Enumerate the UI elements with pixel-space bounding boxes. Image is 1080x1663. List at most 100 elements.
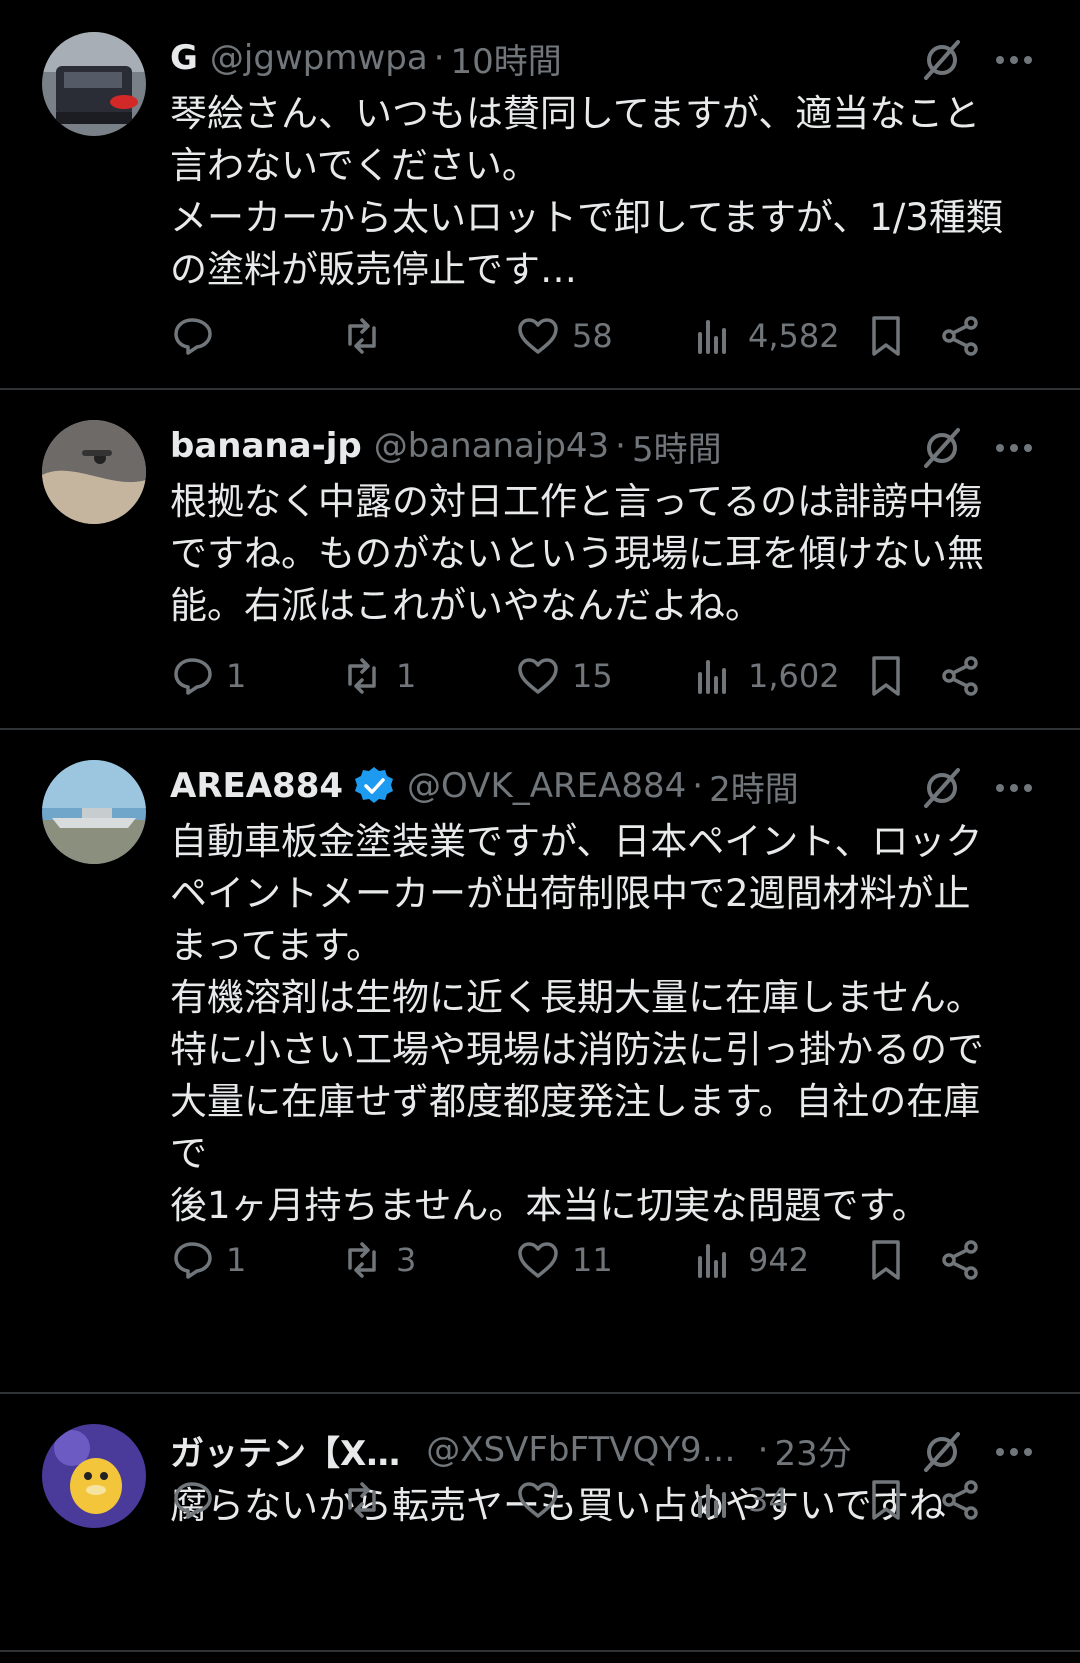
- share-icon: [938, 314, 982, 358]
- like-icon: [516, 1478, 560, 1522]
- timestamp[interactable]: 10時間: [451, 34, 562, 83]
- share-button[interactable]: [938, 646, 982, 706]
- views-icon: [692, 1238, 736, 1282]
- repost-count: 3: [396, 1241, 417, 1279]
- separator-dot: ·: [692, 766, 704, 806]
- post-header: ガッテン【X… @XSVFbFTVQY9… · 23分: [170, 1424, 852, 1476]
- reply-icon: [170, 654, 214, 698]
- post-header: AREA884 @OVK_AREA884 · 2時間: [170, 760, 799, 812]
- like-button[interactable]: [516, 1470, 572, 1530]
- like-count: 58: [572, 317, 613, 355]
- views-button[interactable]: 4,582: [692, 306, 840, 366]
- like-count: 15: [572, 657, 613, 695]
- grok-icon[interactable]: [918, 764, 966, 812]
- more-icon[interactable]: [990, 424, 1038, 472]
- reply-button[interactable]: [170, 306, 226, 366]
- views-icon: [692, 1478, 736, 1522]
- avatar[interactable]: [42, 1424, 146, 1528]
- bookmark-button[interactable]: [864, 646, 908, 706]
- bookmark-icon: [864, 1238, 908, 1282]
- user-handle[interactable]: @OVK_AREA884: [407, 766, 686, 806]
- share-icon: [938, 1238, 982, 1282]
- user-handle[interactable]: @bananajp43: [374, 426, 609, 466]
- repost-icon: [340, 1478, 384, 1522]
- post-text: 自動車板金塗装業ですが、日本ペイント、ロック ペイントメーカーが出荷制限中で2週…: [170, 820, 984, 1227]
- views-count: 942: [748, 1241, 810, 1279]
- avatar[interactable]: [42, 32, 146, 136]
- repost-icon: [340, 1238, 384, 1282]
- repost-button[interactable]: 3: [340, 1230, 416, 1290]
- repost-button[interactable]: [340, 1470, 396, 1530]
- share-button[interactable]: [938, 1230, 982, 1290]
- post-header: G @jgwpmwpa · 10時間: [170, 32, 562, 84]
- user-handle[interactable]: @XSVFbFTVQY9…: [426, 1430, 735, 1470]
- grok-icon[interactable]: [918, 36, 966, 84]
- share-button[interactable]: [938, 306, 982, 366]
- verified-badge-icon: [353, 765, 395, 807]
- timestamp[interactable]: 2時間: [709, 762, 799, 811]
- views-button[interactable]: 34: [692, 1470, 789, 1530]
- share-icon: [938, 654, 982, 698]
- like-icon: [516, 314, 560, 358]
- like-count: 11: [572, 1241, 613, 1279]
- repost-icon: [340, 654, 384, 698]
- views-count: 4,582: [748, 317, 840, 355]
- views-button[interactable]: 942: [692, 1230, 809, 1290]
- avatar[interactable]: [42, 760, 146, 864]
- views-button[interactable]: 1,602: [692, 646, 840, 706]
- timestamp[interactable]: 5時間: [632, 422, 722, 471]
- bookmark-icon: [864, 314, 908, 358]
- action-bar: 58 4,582: [170, 306, 1050, 366]
- avatar[interactable]: [42, 420, 146, 524]
- like-icon: [516, 654, 560, 698]
- reply-count: 1: [226, 1241, 247, 1279]
- views-icon: [692, 654, 736, 698]
- display-name[interactable]: G: [170, 38, 198, 78]
- grok-icon[interactable]: [918, 1428, 966, 1476]
- reply-button[interactable]: 1: [170, 646, 246, 706]
- display-name[interactable]: ガッテン【X…: [170, 1426, 400, 1475]
- post-header: banana-jp @bananajp43 · 5時間: [170, 420, 722, 472]
- reply-feed: G @jgwpmwpa · 10時間 琴絵さん、いつもは賛同してますが、適当なこ…: [0, 0, 1080, 1663]
- action-bar: 34: [170, 1470, 1050, 1530]
- share-button[interactable]: [938, 1470, 982, 1530]
- like-button[interactable]: 11: [516, 1230, 613, 1290]
- repost-button[interactable]: 1: [340, 646, 416, 706]
- reply-icon: [170, 1478, 214, 1522]
- display-name[interactable]: banana-jp: [170, 426, 362, 466]
- post-area884[interactable]: AREA884 @OVK_AREA884 · 2時間 自動車板金塗装業ですが、日…: [0, 730, 1080, 1394]
- reply-count: 1: [226, 657, 247, 695]
- separator-dot: ·: [615, 426, 626, 466]
- bookmark-button[interactable]: [864, 306, 908, 366]
- separator-dot: ·: [757, 1430, 769, 1470]
- views-icon: [692, 314, 736, 358]
- reply-button[interactable]: [170, 1470, 226, 1530]
- separator-dot: ·: [433, 38, 445, 78]
- repost-icon: [340, 314, 384, 358]
- reply-icon: [170, 1238, 214, 1282]
- like-button[interactable]: 15: [516, 646, 613, 706]
- more-icon[interactable]: [990, 1428, 1038, 1476]
- more-icon[interactable]: [990, 764, 1038, 812]
- bookmark-button[interactable]: [864, 1230, 908, 1290]
- reply-button[interactable]: 1: [170, 1230, 246, 1290]
- views-count: 1,602: [748, 657, 840, 695]
- bookmark-button[interactable]: [864, 1470, 908, 1530]
- timestamp[interactable]: 23分: [774, 1426, 851, 1475]
- post-text: 根拠なく中露の対日工作と言ってるのは誹謗中傷 ですね。ものがないという現場に耳を…: [170, 480, 984, 627]
- display-name[interactable]: AREA884: [170, 766, 343, 806]
- post-text: 琴絵さん、いつもは賛同してますが、適当なこと 言わないでください。 メーカーから…: [170, 92, 1003, 291]
- repost-button[interactable]: [340, 306, 396, 366]
- user-handle[interactable]: @jgwpmwpa: [210, 38, 428, 78]
- bookmark-icon: [864, 654, 908, 698]
- post-banana-jp[interactable]: banana-jp @bananajp43 · 5時間 根拠なく中露の対日工作と…: [0, 390, 1080, 730]
- action-bar: 1 3 11 942: [170, 1230, 1050, 1290]
- reply-icon: [170, 314, 214, 358]
- grok-icon[interactable]: [918, 424, 966, 472]
- repost-count: 1: [396, 657, 417, 695]
- more-icon[interactable]: [990, 36, 1038, 84]
- like-button[interactable]: 58: [516, 306, 613, 366]
- bookmark-icon: [864, 1478, 908, 1522]
- post-g[interactable]: G @jgwpmwpa · 10時間 琴絵さん、いつもは賛同してますが、適当なこ…: [0, 0, 1080, 390]
- share-icon: [938, 1478, 982, 1522]
